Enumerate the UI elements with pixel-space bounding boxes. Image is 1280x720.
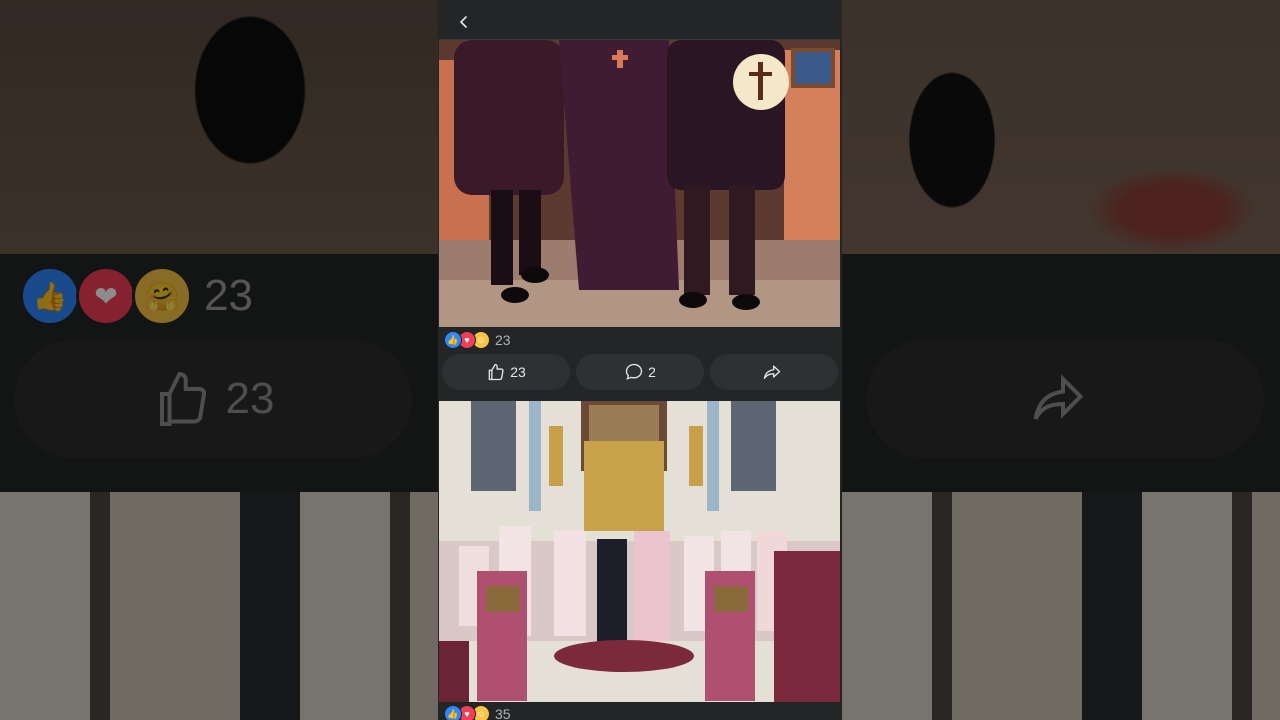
next-post-reaction-summary[interactable]: 👍 ♥ ☺ 35 (444, 704, 511, 720)
share-arrow-icon (763, 365, 781, 379)
care-reaction-icon: 🤗 (132, 266, 192, 326)
share-button[interactable] (710, 354, 838, 390)
background-reaction-bar: 👍 ❤ 🤗 23 23 (0, 254, 438, 492)
next-post-reaction-count: 35 (495, 706, 511, 720)
like-reaction-icon: 👍 (20, 266, 80, 326)
like-button[interactable]: 23 (442, 354, 570, 390)
post-photo-illustration (439, 40, 840, 327)
comment-button[interactable]: 2 (576, 354, 704, 390)
next-post-photo[interactable] (439, 401, 840, 702)
post-actions: 23 2 (442, 354, 838, 390)
love-reaction-icon: ❤ (76, 266, 136, 326)
background-share-button (866, 340, 1264, 458)
background-like-count: 23 (225, 374, 275, 423)
background-reactions: 👍 ❤ 🤗 23 (20, 266, 253, 326)
share-arrow-icon (1033, 374, 1084, 420)
background-photo-bottom (842, 492, 1280, 720)
background-like-button: 23 (14, 340, 412, 458)
chevron-left-icon (460, 16, 467, 28)
reaction-count: 23 (495, 332, 511, 348)
background-blur-left: 👍 ❤ 🤗 23 23 (0, 0, 438, 720)
thumbs-up-icon (488, 363, 504, 381)
background-blur-right (842, 0, 1280, 720)
comment-count: 2 (648, 364, 656, 380)
comment-bubble-icon (625, 363, 643, 380)
back-button[interactable] (447, 5, 481, 39)
thumbs-up-icon (159, 371, 206, 426)
post-viewer: 👍 ♥ ☺ 23 23 2 👍 ♥ ☺ 35 (438, 0, 842, 720)
top-bar (439, 5, 840, 40)
background-photo-top (842, 0, 1280, 254)
reaction-summary[interactable]: 👍 ♥ ☺ 23 (444, 330, 511, 350)
like-reaction-icon: 👍 (444, 705, 462, 720)
post-photo[interactable] (439, 40, 840, 327)
like-count: 23 (510, 364, 526, 380)
background-photo-top (0, 0, 438, 254)
background-photo-bottom (0, 492, 438, 720)
background-reaction-count: 23 (204, 271, 253, 320)
like-reaction-icon: 👍 (444, 331, 462, 349)
next-post-photo-illustration (439, 401, 840, 702)
background-reaction-bar (842, 254, 1280, 492)
